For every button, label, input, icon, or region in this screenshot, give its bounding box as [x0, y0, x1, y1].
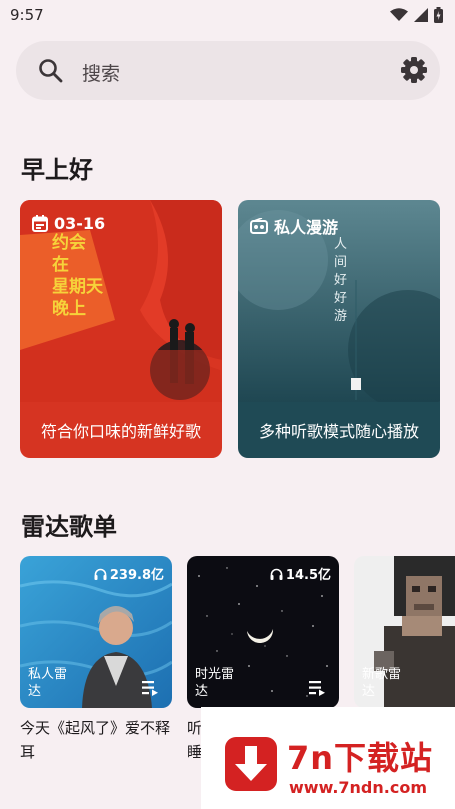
- daily-date: 03-16: [54, 214, 106, 233]
- play-count: 239.8亿: [94, 564, 164, 583]
- playlist-title[interactable]: 听睡: [187, 716, 202, 764]
- status-time: 9:57: [10, 6, 44, 24]
- art-line: 晚上: [52, 299, 86, 319]
- playlist-label: 新歌雷达: [362, 667, 402, 699]
- greeting-title: 早上好: [21, 156, 93, 184]
- play-count-value: 239.8亿: [109, 568, 164, 583]
- art-line: 人间: [334, 237, 348, 270]
- status-bar: 9:57: [0, 0, 455, 30]
- watermark: 7n下载站 www.7ndn.com: [201, 707, 455, 809]
- art-line: 在: [52, 255, 69, 275]
- search-placeholder: 搜索: [82, 63, 121, 85]
- calendar-icon: [32, 215, 48, 232]
- headphones-icon: [270, 568, 283, 580]
- headphones-icon: [94, 568, 107, 580]
- play-queue-icon[interactable]: [309, 680, 327, 696]
- private-roam-caption: 多种听歌模式随心播放: [238, 402, 440, 458]
- art-line: 游: [334, 309, 348, 324]
- play-count: 14.5亿: [270, 564, 331, 583]
- watermark-url: www.7ndn.com: [289, 778, 427, 797]
- private-roam-label: 私人漫游: [274, 218, 339, 237]
- private-roam-card[interactable]: 私人漫游 人间 好好 游 多种听歌模式随心播放: [238, 200, 440, 458]
- watermark-name: 7n下载站: [287, 739, 434, 777]
- settings-icon[interactable]: [400, 56, 428, 84]
- radio-icon: [250, 218, 268, 234]
- status-icons: [390, 7, 443, 23]
- playlist-label: 私人雷达: [28, 667, 68, 699]
- signal-icon: [414, 8, 428, 22]
- playlist-label: 时光雷达: [195, 667, 235, 699]
- play-count-value: 14.5亿: [285, 568, 331, 583]
- playlist-card-new-radar[interactable]: 新歌雷达: [354, 556, 455, 708]
- playlist-card-time-radar[interactable]: 14.5亿 时光雷达: [187, 556, 339, 708]
- roam-art-text: 人间 好好 游: [334, 236, 350, 326]
- wifi-icon: [390, 8, 408, 21]
- download-logo-icon: [225, 737, 277, 791]
- daily-caption: 符合你口味的新鲜好歌: [20, 402, 222, 458]
- daily-art-text: 约会 在 星期天 晚上: [52, 232, 103, 320]
- radar-section-title: 雷达歌单: [21, 513, 117, 541]
- battery-icon: [434, 7, 443, 23]
- daily-tag: 03-16: [32, 214, 105, 233]
- art-line: 约会: [52, 233, 86, 253]
- art-line: 好好: [334, 273, 348, 306]
- daily-recommend-card[interactable]: 03-16 约会 在 星期天 晚上 符合你口味的新鲜好歌: [20, 200, 222, 458]
- private-roam-tag: 私人漫游: [250, 214, 338, 238]
- search-icon: [39, 59, 63, 83]
- playlist-card-private-radar[interactable]: 239.8亿 私人雷达: [20, 556, 172, 708]
- play-queue-icon[interactable]: [142, 680, 160, 696]
- search-bar[interactable]: 搜索: [16, 41, 440, 100]
- art-line: 星期天: [52, 277, 103, 297]
- playlist-title[interactable]: 今天《起风了》爱不释耳: [20, 716, 172, 764]
